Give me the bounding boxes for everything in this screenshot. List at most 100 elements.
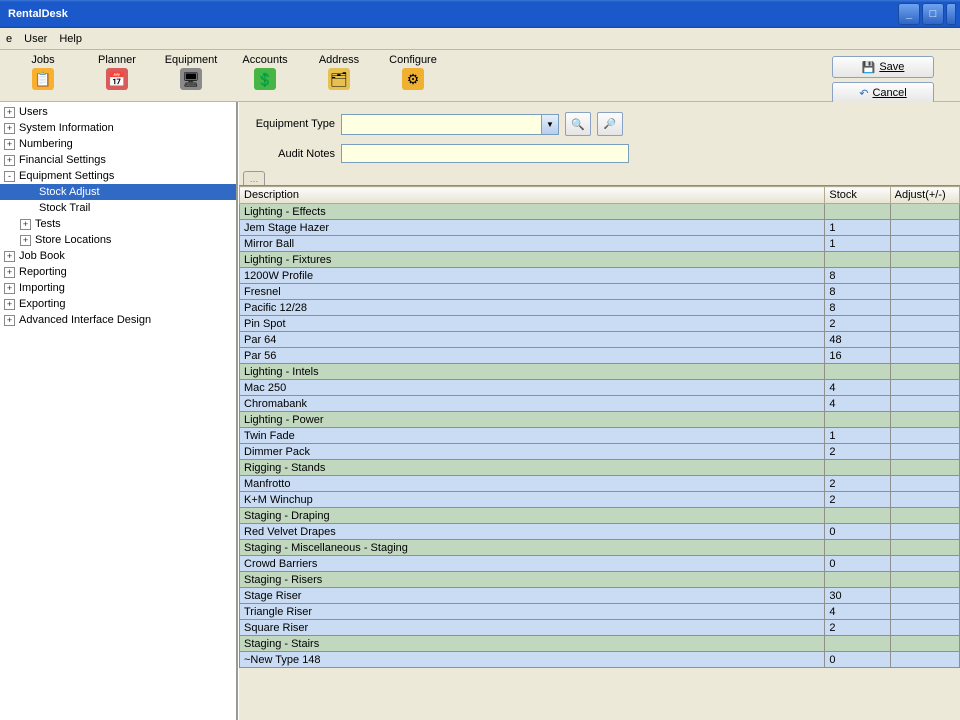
cell-desc[interactable]: Manfrotto [240,476,825,492]
expand-icon[interactable]: + [4,155,15,166]
cancel-button[interactable]: ↶Cancel [832,82,934,104]
cell-adjust[interactable] [890,284,959,300]
table-row[interactable]: Stage Riser30 [240,588,960,604]
table-row[interactable]: Staging - Stairs [240,636,960,652]
table-row[interactable]: Pin Spot2 [240,316,960,332]
equipment-type-combo[interactable]: ▼ [341,114,559,135]
cell-adjust[interactable] [890,540,959,556]
table-row[interactable]: Lighting - Fixtures [240,252,960,268]
cell-stock[interactable]: 8 [825,284,890,300]
table-row[interactable]: Staging - Risers [240,572,960,588]
cell-stock[interactable]: 0 [825,652,890,668]
cell-stock[interactable]: 2 [825,492,890,508]
menu-item-user[interactable]: User [24,33,47,45]
table-row[interactable]: Staging - Draping [240,508,960,524]
search-button[interactable]: 🔍 [565,112,591,136]
cell-stock[interactable]: 1 [825,428,890,444]
expand-icon[interactable]: + [4,107,15,118]
cell-desc[interactable]: Stage Riser [240,588,825,604]
save-button[interactable]: 💾Save [832,56,934,78]
tree-reporting[interactable]: +Reporting [0,264,236,280]
cell-stock[interactable] [825,540,890,556]
expand-icon[interactable]: + [4,267,15,278]
cell-desc[interactable]: Crowd Barriers [240,556,825,572]
tree-advanced-interface-design[interactable]: +Advanced Interface Design [0,312,236,328]
expand-icon[interactable]: + [4,123,15,134]
tree-stock-trail[interactable]: Stock Trail [0,200,236,216]
cell-stock[interactable]: 2 [825,316,890,332]
menu-item-help[interactable]: Help [59,33,82,45]
table-row[interactable]: Pacific 12/288 [240,300,960,316]
cell-desc[interactable]: Square Riser [240,620,825,636]
table-row[interactable]: Manfrotto2 [240,476,960,492]
expand-icon[interactable]: + [4,299,15,310]
cell-adjust[interactable] [890,508,959,524]
cell-adjust[interactable] [890,396,959,412]
table-row[interactable]: Lighting - Effects [240,204,960,220]
cell-stock[interactable]: 4 [825,380,890,396]
table-row[interactable]: Fresnel8 [240,284,960,300]
table-row[interactable]: Chromabank4 [240,396,960,412]
expand-icon[interactable]: + [4,139,15,150]
table-row[interactable]: Dimmer Pack2 [240,444,960,460]
cell-stock[interactable]: 2 [825,620,890,636]
cell-desc[interactable]: Red Velvet Drapes [240,524,825,540]
cell-desc[interactable]: Staging - Draping [240,508,825,524]
cell-adjust[interactable] [890,252,959,268]
cell-desc[interactable]: Staging - Miscellaneous - Staging [240,540,825,556]
tree-equipment-settings[interactable]: -Equipment Settings [0,168,236,184]
col-stock[interactable]: Stock [825,187,890,204]
toolbar-jobs[interactable]: Jobs📋 [6,54,80,90]
close-button[interactable] [946,3,956,25]
cell-stock[interactable]: 2 [825,476,890,492]
cell-desc[interactable]: ~New Type 148 [240,652,825,668]
cell-adjust[interactable] [890,572,959,588]
cell-adjust[interactable] [890,444,959,460]
cell-adjust[interactable] [890,492,959,508]
cell-adjust[interactable] [890,556,959,572]
cell-stock[interactable] [825,508,890,524]
cell-adjust[interactable] [890,220,959,236]
cell-adjust[interactable] [890,636,959,652]
cell-stock[interactable]: 2 [825,444,890,460]
expand-icon[interactable]: + [20,235,31,246]
cell-adjust[interactable] [890,604,959,620]
table-row[interactable]: Mirror Ball1 [240,236,960,252]
stock-grid[interactable]: Description Stock Adjust(+/-) Lighting -… [239,185,960,720]
cell-desc[interactable]: 1200W Profile [240,268,825,284]
cell-adjust[interactable] [890,316,959,332]
cell-adjust[interactable] [890,204,959,220]
expand-icon[interactable]: - [4,171,15,182]
cell-desc[interactable]: Lighting - Intels [240,364,825,380]
table-row[interactable]: K+M Winchup2 [240,492,960,508]
cell-desc[interactable]: Fresnel [240,284,825,300]
table-row[interactable]: Square Riser2 [240,620,960,636]
cell-desc[interactable]: Mirror Ball [240,236,825,252]
tree-job-book[interactable]: +Job Book [0,248,236,264]
cell-stock[interactable] [825,636,890,652]
cell-desc[interactable]: Pin Spot [240,316,825,332]
toolbar-address[interactable]: Address🗂 [302,54,376,90]
tree-system-information[interactable]: +System Information [0,120,236,136]
table-row[interactable]: Par 5616 [240,348,960,364]
table-row[interactable]: Staging - Miscellaneous - Staging [240,540,960,556]
cell-adjust[interactable] [890,348,959,364]
tree-numbering[interactable]: +Numbering [0,136,236,152]
cell-stock[interactable]: 4 [825,604,890,620]
cell-desc[interactable]: Jem Stage Hazer [240,220,825,236]
nav-tree[interactable]: +Users+System Information+Numbering+Fina… [0,102,238,720]
toolbar-configure[interactable]: Configure⚙ [376,54,450,90]
cell-adjust[interactable] [890,524,959,540]
cell-stock[interactable]: 0 [825,556,890,572]
table-row[interactable]: ~New Type 1480 [240,652,960,668]
col-adjust[interactable]: Adjust(+/-) [890,187,959,204]
cell-adjust[interactable] [890,236,959,252]
cell-stock[interactable]: 0 [825,524,890,540]
cell-adjust[interactable] [890,652,959,668]
cell-desc[interactable]: Par 56 [240,348,825,364]
table-row[interactable]: Red Velvet Drapes0 [240,524,960,540]
cell-adjust[interactable] [890,380,959,396]
cell-adjust[interactable] [890,476,959,492]
menu-item[interactable]: e [6,33,12,45]
tree-financial-settings[interactable]: +Financial Settings [0,152,236,168]
